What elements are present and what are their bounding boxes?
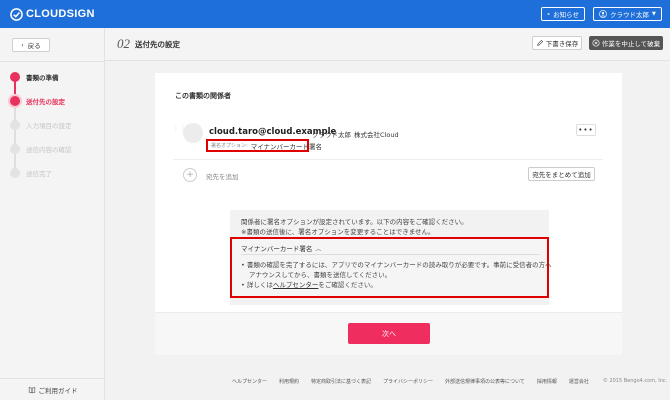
step-complete: 送信完了	[10, 168, 52, 178]
user-menu-button[interactable]: クラウド太郎 ▼	[593, 7, 662, 21]
step-dot	[10, 72, 20, 82]
step-dot	[10, 144, 20, 154]
step-document-prep: 書類の準備	[10, 72, 59, 82]
chevron-down-icon: ▼	[652, 11, 656, 17]
megaphone-icon	[547, 12, 550, 16]
more-options-button[interactable]: •••	[576, 124, 596, 136]
copyright: © 2015 Bengo4.com, Inc.	[602, 378, 668, 384]
more-icon: •••	[578, 126, 594, 134]
user-guide-link[interactable]: ご利用ガイド	[0, 378, 105, 400]
bullet-2-suffix: をご確認ください。	[318, 281, 377, 289]
row-divider	[173, 159, 603, 160]
drag-handle-icon[interactable]: ⋮⋮	[173, 126, 186, 141]
recipient-company: 株式会社Cloud	[354, 131, 399, 139]
footer-link-careers[interactable]: 採用情報	[537, 378, 557, 385]
step-confirm: 送信内容の確認	[10, 144, 72, 154]
sidebar-divider	[0, 61, 105, 62]
signature-option-badge: 署名オプション: マイナンバーカード署名	[206, 139, 322, 152]
save-draft-label: 下書き保存	[545, 40, 579, 48]
step-label: 入力項目の設定	[26, 122, 72, 130]
mynumber-accordion-toggle[interactable]: マイナンバーカード署名 ︿	[241, 243, 321, 253]
brand-name: CLOUDSIGN	[26, 8, 95, 20]
notice-button[interactable]: お知らせ	[541, 7, 585, 21]
step-label: 送信完了	[26, 170, 52, 178]
recipient-row: ⋮⋮ cloud.taro@cloud.example クラウド太郎 株式会社C…	[173, 121, 603, 157]
notice-label: お知らせ	[553, 11, 579, 19]
page-title: 送付先の設定	[135, 40, 180, 49]
footer-link-company[interactable]: 運営会社	[569, 378, 589, 385]
step-number: 02	[117, 36, 130, 51]
mynumber-bullet-2: • 詳しくはヘルプセンターをご確認ください。	[241, 279, 377, 289]
user-icon	[599, 10, 607, 18]
step-dot	[10, 168, 20, 178]
signature-option-notice: 関係者に署名オプションが設定されています。以下の内容をご確認ください。 ※書類の…	[230, 210, 552, 305]
panel-divider	[241, 254, 540, 255]
step-label: 書類の準備	[26, 74, 59, 82]
add-recipient-row[interactable]: + 宛先を追加 宛先をまとめて追加	[173, 165, 603, 187]
step-track-line	[14, 102, 16, 174]
step-recipient-settings: 送付先の設定	[10, 96, 65, 106]
abort-discard-button[interactable]: 作業を中止して破棄	[589, 36, 663, 50]
main-card: この書類の関係者 ⋮⋮ cloud.taro@cloud.example クラウ…	[155, 73, 622, 355]
cloudsign-logo[interactable]: CLOUDSIGN	[10, 7, 95, 21]
pencil-icon	[536, 39, 543, 46]
plus-icon[interactable]: +	[183, 168, 197, 182]
recipient-panel: この書類の関係者 ⋮⋮ cloud.taro@cloud.example クラウ…	[155, 73, 622, 313]
notice-caution: ※書類の送信後に、署名オプションを変更することはできません。	[241, 228, 435, 236]
mynumber-signature-panel: マイナンバーカード署名 ︿ • 書類の確認を完了するには、アプリでのマイナンバーカ…	[230, 237, 552, 298]
page-titlebar: 02 送付先の設定 下書き保存 作業を中止して破棄	[105, 28, 670, 61]
mynumber-bullet-1: • 書類の確認を完了するには、アプリでのマイナンバーカードの読み取りが必要です。…	[241, 261, 552, 269]
next-label: 次へ	[382, 329, 396, 338]
footer-link-help[interactable]: ヘルプセンター	[232, 378, 267, 385]
recipient-name: クラウド太郎	[312, 131, 351, 139]
step-dot	[10, 96, 20, 106]
mynumber-title: マイナンバーカード署名	[241, 245, 313, 253]
bullet-2-prefix: • 詳しくは	[241, 281, 273, 289]
save-draft-button[interactable]: 下書き保存	[532, 36, 582, 50]
close-circle-icon	[592, 39, 600, 47]
abort-label: 作業を中止して破棄	[601, 40, 661, 48]
footer-link-privacy[interactable]: プライバシーポリシー	[383, 378, 433, 385]
mynumber-bullet-1-cont: アナウンスしてから、書類を送信してください。	[249, 271, 392, 279]
signature-option-value: マイナンバーカード署名	[250, 142, 323, 151]
avatar	[183, 123, 203, 143]
book-icon	[28, 386, 35, 393]
step-input-fields: 入力項目の設定	[10, 120, 72, 130]
add-recipient-label: 宛先を追加	[206, 173, 239, 181]
footer: ヘルプセンター 利用規約 特定商取引法に基づく表記 プライバシーポリシー 外部送…	[232, 377, 667, 385]
top-header: CLOUDSIGN お知らせ クラウド太郎 ▼	[0, 0, 670, 28]
step-label: 送信内容の確認	[26, 146, 72, 154]
notice-text: 関係者に署名オプションが設定されています。以下の内容をご確認ください。	[241, 218, 468, 226]
cloudsign-logo-icon	[10, 7, 23, 21]
help-center-link[interactable]: ヘルプセンター	[273, 281, 319, 289]
back-label: 戻る	[27, 42, 41, 50]
footer-link-external-transmission[interactable]: 外部送信規律事項の公表等について	[445, 378, 525, 385]
step-dot	[10, 120, 20, 130]
chevron-left-icon: ‹	[21, 41, 24, 49]
bulk-add-recipients-button[interactable]: 宛先をまとめて追加	[528, 167, 595, 181]
back-button[interactable]: ‹ 戻る	[12, 38, 50, 52]
user-name: クラウド太郎	[610, 11, 649, 19]
footer-link-tokushoho[interactable]: 特定商取引法に基づく表記	[311, 378, 371, 385]
section-title: この書類の関係者	[175, 92, 231, 100]
step-label: 送付先の設定	[26, 98, 65, 106]
guide-label: ご利用ガイド	[38, 386, 78, 395]
sidebar: ‹ 戻る 書類の準備 送付先の設定 入力項目の設定 送信内容の確認 送信完了 ご…	[0, 28, 105, 400]
chevron-up-icon: ︿	[315, 246, 322, 253]
bulk-add-label: 宛先をまとめて追加	[532, 171, 591, 179]
next-button[interactable]: 次へ	[348, 323, 430, 344]
signature-option-key: 署名オプション:	[211, 143, 248, 149]
footer-link-terms[interactable]: 利用規約	[279, 378, 299, 385]
